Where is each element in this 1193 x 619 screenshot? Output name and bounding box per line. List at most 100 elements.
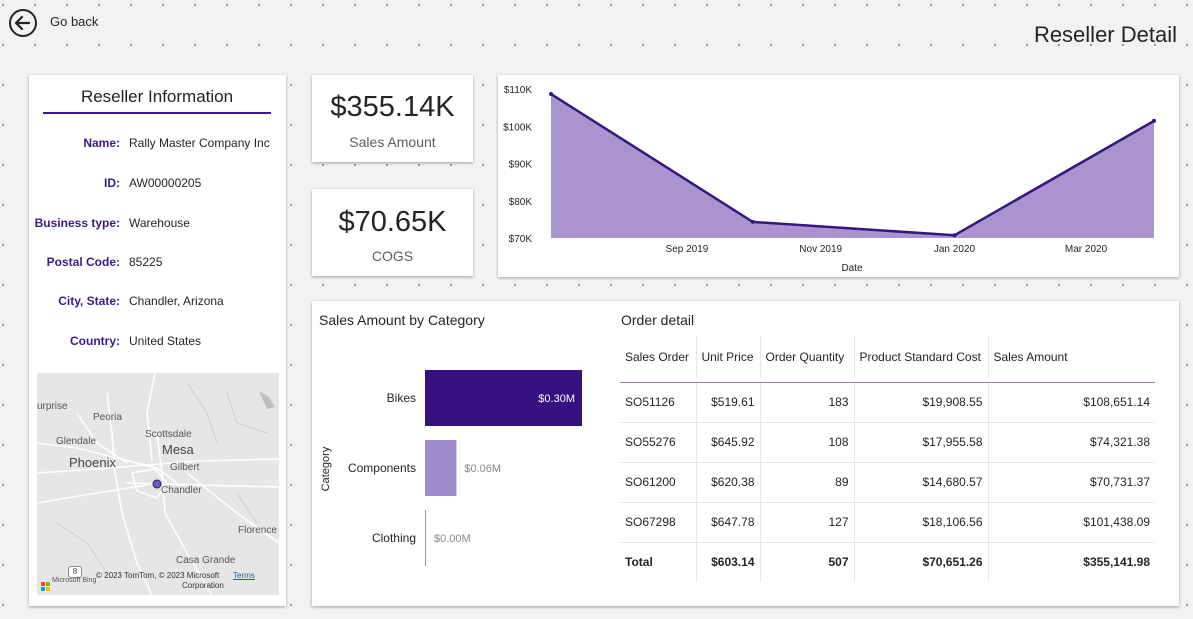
sales-amount-value: $355.14K	[330, 91, 455, 123]
reseller-info-title: Reseller Information	[43, 87, 271, 114]
col-header-sales-amount[interactable]: Sales Amount	[988, 336, 1155, 378]
table-row[interactable]: SO67298 $647.78 127 $18,106.56 $101,438.…	[620, 502, 1155, 543]
total-label: Total	[620, 541, 697, 582]
cogs-label: COGS	[371, 248, 414, 264]
bar-chart-title: Sales Amount by Category	[319, 312, 485, 328]
cell-sales-amount: $108,651.14	[988, 382, 1155, 423]
map-label-surprise: urprise	[37, 401, 68, 412]
y-tick-label: $80K	[509, 197, 533, 208]
map-label-florence: Florence	[238, 525, 277, 536]
order-detail-title: Order detail	[621, 312, 695, 328]
y-tick-label: $70K	[509, 234, 533, 245]
map-label-peoria: Peoria	[93, 412, 122, 423]
map-terms-link[interactable]: Terms	[233, 571, 255, 580]
x-tick-label: Nov 2019	[799, 244, 842, 255]
total-unit-price: $603.14	[696, 541, 761, 582]
back-arrow-icon[interactable]	[8, 8, 38, 38]
bar[interactable]	[425, 440, 457, 496]
data-point[interactable]	[750, 219, 755, 224]
col-header-unit-price[interactable]: Unit Price	[696, 336, 761, 378]
country-label: Country:	[70, 334, 120, 348]
info-row-id: ID: AW00000205	[29, 176, 286, 196]
area-fill	[551, 94, 1154, 238]
map-copyright: © 2023 TomTom, © 2023 Microsoft	[96, 571, 220, 580]
map-label-casa-grande: Casa Grande	[176, 555, 236, 566]
y-tick-label: $100K	[503, 122, 532, 133]
cell-unit-price: $519.61	[696, 382, 761, 423]
col-header-product-standard-cost[interactable]: Product Standard Cost	[854, 336, 989, 378]
total-product-standard-cost: $70,651.26	[854, 541, 989, 582]
go-back-link[interactable]: Go back	[50, 14, 98, 29]
cell-sales-amount: $101,438.09	[988, 502, 1155, 543]
map-label-chandler: Chandler	[161, 485, 202, 496]
x-axis-title: Date	[841, 263, 863, 274]
table-row[interactable]: SO55276 $645.92 108 $17,955.58 $74,321.3…	[620, 422, 1155, 463]
table-header-row: Sales Order Unit Price Order Quantity Pr…	[620, 336, 1155, 378]
info-row-business-type: Business type: Warehouse	[29, 216, 286, 236]
map-label-mesa: Mesa	[162, 442, 194, 457]
info-row-name: Name: Rally Master Company Inc	[29, 136, 286, 156]
postal-code-value: 85225	[129, 255, 163, 269]
cell-sales-amount: $70,731.37	[988, 462, 1155, 503]
postal-code-label: Postal Code:	[46, 255, 120, 269]
data-point[interactable]	[952, 233, 957, 238]
col-header-sales-order[interactable]: Sales Order	[620, 336, 697, 378]
info-row-country: Country: United States	[29, 334, 286, 354]
category-bar-chart[interactable]: Category Bikes $0.30M Components $0.06M Cloth…	[312, 341, 612, 601]
bar[interactable]	[425, 510, 426, 566]
cell-order-quantity: 183	[760, 382, 855, 423]
y-tick-label: $110K	[504, 85, 533, 96]
cogs-value: $70.65K	[338, 206, 447, 238]
cell-unit-price: $647.78	[696, 502, 761, 543]
sales-over-time-card: $70K $80K $90K $100K $110K Sep 2019 Nov 2019 Ja…	[498, 75, 1179, 277]
cell-order-quantity: 89	[760, 462, 855, 503]
map-copyright-line2: Corporation	[182, 581, 224, 590]
cell-product-standard-cost: $14,680.57	[854, 462, 989, 503]
page-title: Reseller Detail	[1033, 22, 1177, 47]
table-row[interactable]: SO51126 $519.61 183 $19,908.55 $108,651.…	[620, 382, 1155, 423]
table-total-row: Total $603.14 507 $70,651.26 $355,141.98	[620, 541, 1155, 582]
id-value: AW00000205	[129, 176, 202, 190]
y-tick-label: $90K	[509, 160, 533, 171]
category-label: Bikes	[387, 391, 416, 405]
data-point[interactable]	[549, 92, 553, 97]
data-point[interactable]	[1152, 118, 1156, 123]
id-label: ID:	[104, 176, 120, 190]
map-roads	[37, 373, 279, 595]
map-label-phoenix: Phoenix	[69, 455, 116, 470]
info-row-postal-code: Postal Code: 85225	[29, 255, 286, 275]
x-tick-label: Sep 2019	[666, 244, 709, 255]
cell-product-standard-cost: $18,106.56	[854, 502, 989, 543]
cell-product-standard-cost: $17,955.58	[854, 422, 989, 463]
category-and-orders-card: Sales Amount by Category Category Bikes $0…	[312, 301, 1179, 606]
location-pin	[152, 479, 162, 489]
x-tick-label: Mar 2020	[1065, 244, 1108, 255]
sales-amount-card: $355.14K Sales Amount	[312, 75, 473, 162]
category-label: Clothing	[372, 531, 416, 545]
microsoft-logo-icon	[41, 578, 50, 591]
name-label: Name:	[83, 136, 120, 150]
location-map[interactable]: urprise Peoria Glendale Phoenix Scottsda…	[37, 373, 279, 595]
map-brand: Microsoft Bing	[52, 577, 97, 584]
business-type-label: Business type:	[34, 216, 120, 230]
name-value: Rally Master Company Inc	[129, 136, 270, 150]
total-order-quantity: 507	[760, 541, 855, 582]
city-state-value: Chandler, Arizona	[129, 294, 224, 308]
cell-unit-price: $620.38	[696, 462, 761, 503]
x-tick-label: Jan 2020	[934, 244, 976, 255]
total-sales-amount: $355,141.98	[988, 541, 1155, 582]
bar-value-label: $0.06M	[464, 463, 501, 475]
business-type-value: Warehouse	[129, 216, 190, 230]
cell-product-standard-cost: $19,908.55	[854, 382, 989, 423]
sales-amount-label: Sales Amount	[349, 134, 436, 150]
sales-area-chart[interactable]: $70K $80K $90K $100K $110K Sep 2019 Nov 2019 Ja…	[498, 75, 1179, 277]
map-label-glendale: Glendale	[56, 436, 97, 447]
map-label-scottsdale: Scottsdale	[145, 429, 192, 440]
table-row[interactable]: SO61200 $620.38 89 $14,680.57 $70,731.37	[620, 462, 1155, 503]
col-header-order-quantity[interactable]: Order Quantity	[760, 336, 855, 378]
cell-sales-amount: $74,321.38	[988, 422, 1155, 463]
category-label: Components	[348, 461, 416, 475]
info-row-city-state: City, State: Chandler, Arizona	[29, 294, 286, 314]
cell-unit-price: $645.92	[696, 422, 761, 463]
cell-sales-order: SO55276	[620, 422, 697, 463]
